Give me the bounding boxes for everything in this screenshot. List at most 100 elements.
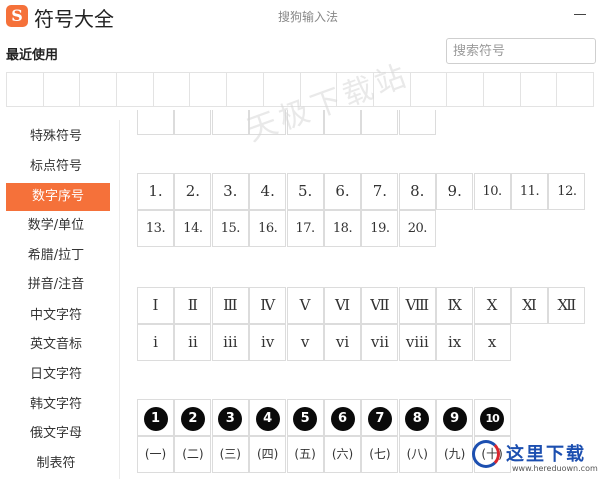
symbol-cell[interactable]: Ⅺ — [511, 287, 548, 324]
symbol-cell[interactable]: 7 — [361, 399, 399, 436]
recent-cell[interactable] — [117, 73, 154, 106]
symbol-cell[interactable]: 20. — [398, 210, 436, 247]
recent-cell[interactable] — [190, 73, 228, 106]
symbol-cell[interactable]: Ⅲ — [211, 287, 249, 324]
symbol-cell[interactable]: 4 — [249, 399, 287, 436]
recent-cell[interactable] — [374, 73, 411, 106]
symbol-cell[interactable]: Ⅻ — [548, 287, 586, 324]
sidebar-item[interactable]: 标点符号 — [0, 153, 112, 181]
symbol-cell[interactable]: 5 — [286, 399, 324, 436]
symbol-cell[interactable]: 8 — [398, 399, 436, 436]
symbol-cell[interactable]: 19. — [361, 210, 399, 247]
symbol-cell[interactable] — [174, 110, 212, 135]
symbol-cell[interactable]: ⅳ — [249, 324, 287, 361]
symbol-cell[interactable] — [211, 110, 249, 135]
symbol-cell[interactable]: 16. — [249, 210, 287, 247]
symbol-cell[interactable]: 4. — [249, 173, 287, 210]
search-input[interactable] — [447, 39, 593, 63]
recent-cell[interactable] — [447, 73, 484, 106]
symbol-cell[interactable]: Ⅷ — [398, 287, 436, 324]
recent-cell[interactable] — [80, 73, 118, 106]
symbol-cell[interactable]: ⅵ — [324, 324, 361, 361]
symbol-cell[interactable] — [286, 110, 324, 135]
symbol-cell[interactable]: (一) — [137, 436, 174, 473]
symbol-cell[interactable]: Ⅶ — [361, 287, 399, 324]
symbol-cell[interactable]: (二) — [174, 436, 212, 473]
sidebar-item[interactable]: 韩文字符 — [0, 391, 112, 419]
symbol-cell[interactable]: 17. — [286, 210, 324, 247]
symbol-cell[interactable]: ⅶ — [361, 324, 399, 361]
sidebar-item[interactable]: 制表符 — [0, 450, 112, 478]
symbol-cell[interactable]: ⅸ — [436, 324, 474, 361]
sidebar-item[interactable]: 特殊符号 — [0, 123, 112, 151]
sidebar-item[interactable]: 日文字符 — [0, 361, 112, 389]
recent-cell[interactable] — [411, 73, 448, 106]
recent-cell[interactable] — [337, 73, 374, 106]
symbol-cell[interactable]: 6. — [324, 173, 361, 210]
symbol-cell[interactable] — [361, 110, 399, 135]
recent-cell[interactable] — [44, 73, 81, 106]
recent-cell[interactable] — [227, 73, 264, 106]
recent-cell[interactable] — [7, 73, 44, 106]
symbol-cell[interactable]: 1 — [137, 399, 174, 436]
symbol-cell[interactable]: Ⅴ — [286, 287, 324, 324]
symbol-cell[interactable]: 2 — [174, 399, 212, 436]
symbol-cell[interactable]: 11. — [511, 173, 548, 210]
symbol-cell[interactable] — [249, 110, 287, 135]
sidebar-item[interactable]: 拼音/注音 — [0, 271, 112, 299]
symbol-cell[interactable]: 10 — [473, 399, 511, 436]
symbol-cell[interactable]: ⅱ — [174, 324, 212, 361]
sidebar-item[interactable]: 英文音标 — [0, 331, 112, 359]
symbol-cell[interactable]: 8. — [398, 173, 436, 210]
symbol-cell[interactable] — [324, 110, 361, 135]
symbol-cell[interactable]: ⅹ — [473, 324, 511, 361]
symbol-cell[interactable]: (七) — [361, 436, 399, 473]
minimize-button[interactable] — [574, 8, 586, 20]
symbol-cell[interactable]: (八) — [398, 436, 436, 473]
symbol-cell[interactable]: 2. — [174, 173, 212, 210]
symbol-cell[interactable]: 9 — [436, 399, 474, 436]
sidebar-item[interactable]: 中文字符 — [0, 302, 112, 330]
sidebar-item[interactable]: 数学/单位 — [0, 212, 112, 240]
symbol-cell[interactable]: Ⅰ — [137, 287, 174, 324]
symbol-cell[interactable]: ⅲ — [211, 324, 249, 361]
symbol-cell[interactable]: 1. — [137, 173, 174, 210]
sidebar-item[interactable]: 数字序号 — [6, 183, 110, 211]
symbol-cell[interactable]: 7. — [361, 173, 399, 210]
symbol-cell[interactable]: 12. — [548, 173, 586, 210]
symbol-cell[interactable]: 13. — [137, 210, 174, 247]
symbol-cell[interactable]: 9. — [436, 173, 474, 210]
recent-cell[interactable] — [154, 73, 191, 106]
symbol-cell[interactable]: (三) — [211, 436, 249, 473]
symbol-cell[interactable]: ⅰ — [137, 324, 174, 361]
symbol-cell[interactable]: Ⅸ — [436, 287, 474, 324]
symbol-cell[interactable]: 10. — [473, 173, 511, 210]
symbol-cell[interactable]: 15. — [211, 210, 249, 247]
sidebar-item[interactable]: 希腊/拉丁 — [0, 242, 112, 270]
symbol-cell[interactable]: Ⅱ — [174, 287, 212, 324]
symbol-cell[interactable]: 14. — [174, 210, 212, 247]
symbol-cell[interactable]: 3 — [211, 399, 249, 436]
symbol-cell[interactable]: ⅴ — [286, 324, 324, 361]
recent-cell[interactable] — [264, 73, 301, 106]
symbol-cell[interactable]: (四) — [249, 436, 287, 473]
symbol-cell[interactable]: (六) — [324, 436, 361, 473]
symbol-cell[interactable]: 5. — [286, 173, 324, 210]
symbol-cell[interactable]: Ⅳ — [249, 287, 287, 324]
symbol-cell[interactable]: Ⅹ — [473, 287, 511, 324]
recent-cell[interactable] — [301, 73, 338, 106]
symbol-cell[interactable] — [137, 110, 174, 135]
symbol-cell[interactable]: 6 — [324, 399, 361, 436]
symbol-grid-area: 1. 2. 3. 4. 5. 6. 7. 8. 9. 10. 11. 12. 13. 14. 15. 16. 1… — [120, 110, 600, 479]
symbol-cell[interactable]: (五) — [286, 436, 324, 473]
recent-cell[interactable] — [521, 73, 558, 106]
symbol-cell[interactable] — [398, 110, 436, 135]
recent-cell[interactable] — [557, 73, 594, 106]
symbol-cell[interactable]: 3. — [211, 173, 249, 210]
sidebar-item[interactable]: 俄文字母 — [0, 420, 112, 448]
symbol-cell[interactable]: 18. — [324, 210, 361, 247]
symbol-cell[interactable]: ⅷ — [398, 324, 436, 361]
search-box[interactable] — [446, 38, 596, 64]
recent-cell[interactable] — [484, 73, 521, 106]
symbol-cell[interactable]: Ⅵ — [324, 287, 361, 324]
